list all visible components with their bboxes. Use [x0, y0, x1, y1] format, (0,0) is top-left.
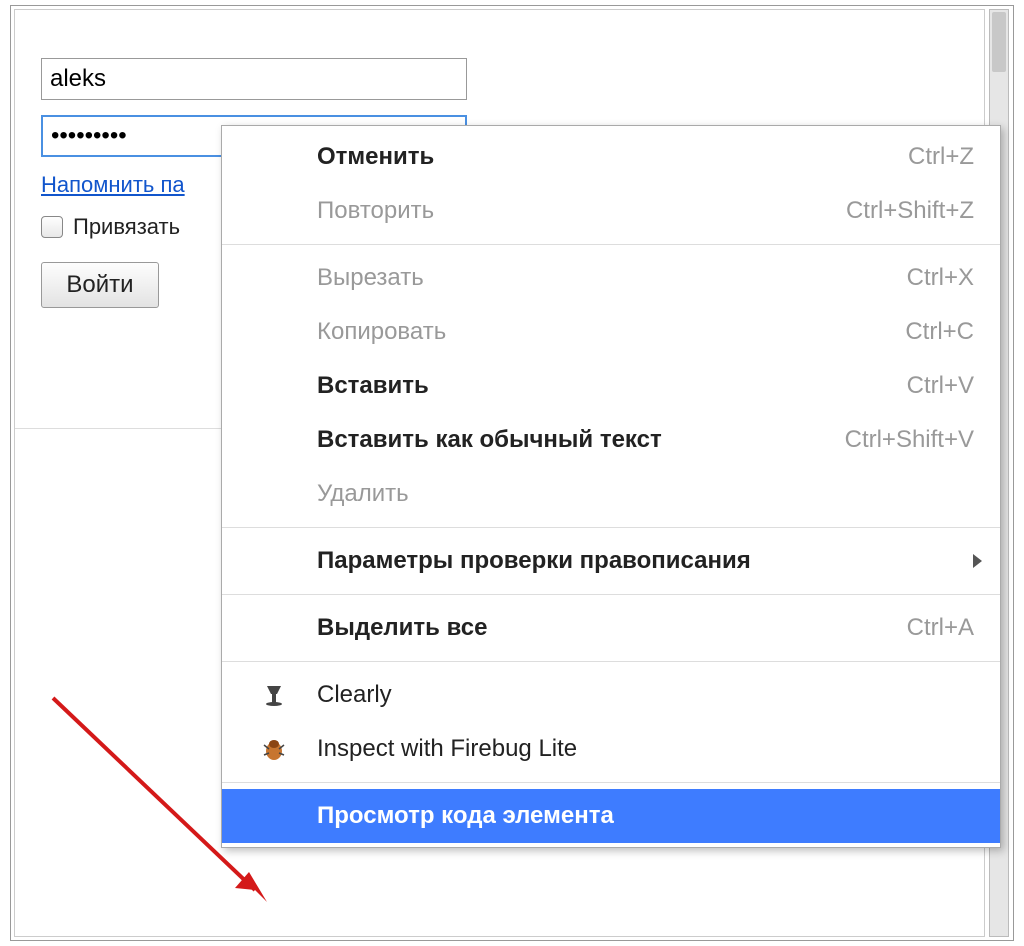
- menu-item-label: Вставить как обычный текст: [317, 426, 845, 454]
- menu-item-16[interactable]: Просмотр кода элемента: [222, 789, 1000, 843]
- menu-item-3: ВырезатьCtrl+X: [222, 251, 1000, 305]
- menu-separator: [222, 661, 1000, 662]
- scrollbar-thumb[interactable]: [992, 12, 1006, 72]
- menu-item-shortcut: Ctrl+Shift+V: [845, 426, 974, 454]
- menu-item-label: Выделить все: [317, 614, 907, 642]
- menu-item-shortcut: Ctrl+V: [907, 372, 974, 400]
- chevron-right-icon: [973, 554, 982, 568]
- menu-item-7: Удалить: [222, 467, 1000, 521]
- firebug-icon: [260, 735, 288, 763]
- menu-item-1: ПовторитьCtrl+Shift+Z: [222, 184, 1000, 238]
- login-button[interactable]: Войти: [41, 262, 159, 308]
- menu-item-label: Просмотр кода элемента: [317, 802, 974, 830]
- menu-separator: [222, 594, 1000, 595]
- context-menu: ОтменитьCtrl+ZПовторитьCtrl+Shift+ZВырез…: [221, 125, 1001, 848]
- menu-item-label: Параметры проверки правописания: [317, 547, 974, 575]
- menu-item-label: Копировать: [317, 318, 905, 346]
- menu-item-label: Вставить: [317, 372, 907, 400]
- menu-item-shortcut: Ctrl+X: [907, 264, 974, 292]
- menu-item-shortcut: Ctrl+Z: [908, 143, 974, 171]
- menu-item-13[interactable]: Clearly: [222, 668, 1000, 722]
- lamp-icon: [260, 681, 288, 709]
- menu-item-label: Inspect with Firebug Lite: [317, 735, 974, 763]
- page-content: Напомнить па Привязать Войти ОтменитьCtr…: [14, 9, 985, 937]
- menu-item-0[interactable]: ОтменитьCtrl+Z: [222, 130, 1000, 184]
- menu-item-14[interactable]: Inspect with Firebug Lite: [222, 722, 1000, 776]
- bind-checkbox-label: Привязать: [73, 214, 180, 240]
- menu-separator: [222, 244, 1000, 245]
- menu-item-11[interactable]: Выделить всеCtrl+A: [222, 601, 1000, 655]
- menu-item-label: Повторить: [317, 197, 846, 225]
- menu-item-6[interactable]: Вставить как обычный текстCtrl+Shift+V: [222, 413, 1000, 467]
- bind-checkbox[interactable]: [41, 216, 63, 238]
- menu-item-shortcut: Ctrl+A: [907, 614, 974, 642]
- username-input[interactable]: [41, 58, 467, 100]
- menu-item-label: Удалить: [317, 480, 974, 508]
- menu-item-4: КопироватьCtrl+C: [222, 305, 1000, 359]
- menu-item-label: Вырезать: [317, 264, 907, 292]
- menu-item-label: Clearly: [317, 681, 974, 709]
- menu-separator: [222, 782, 1000, 783]
- menu-item-label: Отменить: [317, 143, 908, 171]
- remind-password-link[interactable]: Напомнить па: [41, 172, 185, 197]
- menu-item-shortcut: Ctrl+C: [905, 318, 974, 346]
- window-frame: Напомнить па Привязать Войти ОтменитьCtr…: [10, 5, 1014, 941]
- menu-item-5[interactable]: ВставитьCtrl+V: [222, 359, 1000, 413]
- menu-item-9[interactable]: Параметры проверки правописания: [222, 534, 1000, 588]
- menu-item-shortcut: Ctrl+Shift+Z: [846, 197, 974, 225]
- menu-separator: [222, 527, 1000, 528]
